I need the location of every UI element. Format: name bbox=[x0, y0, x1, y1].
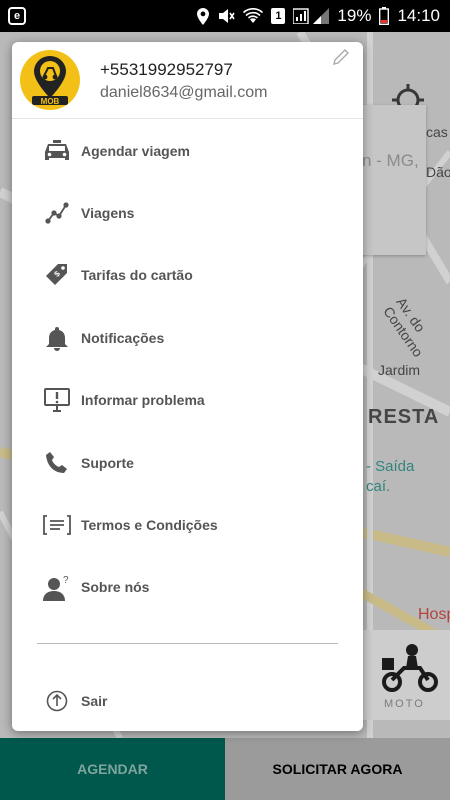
user-email: daniel8634@gmail.com bbox=[100, 84, 268, 101]
menu-item-sair[interactable]: Sair bbox=[12, 676, 363, 726]
menu-label: Tarifas do cartão bbox=[81, 267, 193, 283]
menu-item-tarifas[interactable]: $ Tarifas do cartão bbox=[12, 250, 363, 300]
user-phone: +5531992952797 bbox=[100, 60, 233, 79]
terms-icon bbox=[42, 510, 72, 540]
menu-label: Notificações bbox=[81, 330, 165, 346]
price-tag-icon: $ bbox=[42, 260, 72, 290]
menu-label: Suporte bbox=[81, 455, 134, 471]
location-icon bbox=[197, 7, 210, 25]
menu-item-agendar-viagem[interactable]: Agendar viagem bbox=[12, 126, 363, 176]
signal-icon bbox=[293, 8, 330, 24]
svg-text:?: ? bbox=[63, 575, 69, 586]
mob-logo: MOB bbox=[32, 56, 68, 106]
bell-icon bbox=[42, 323, 72, 353]
menu-item-viagens[interactable]: Viagens bbox=[12, 188, 363, 238]
wifi-icon bbox=[243, 8, 264, 24]
menu-divider bbox=[37, 643, 338, 644]
car-icon bbox=[42, 136, 72, 166]
menu-label: Termos e Condições bbox=[81, 517, 218, 533]
menu-label: Agendar viagem bbox=[81, 143, 190, 159]
battery-percent: 19% bbox=[337, 6, 372, 25]
menu-item-informar-problema[interactable]: Informar problema bbox=[12, 375, 363, 425]
menu-label: Informar problema bbox=[81, 392, 205, 408]
mob-logo-avatar: MOB bbox=[20, 50, 80, 110]
menu-label: Viagens bbox=[81, 205, 135, 221]
logout-icon bbox=[42, 686, 72, 716]
report-problem-icon bbox=[42, 385, 72, 415]
pencil-icon bbox=[333, 49, 349, 65]
route-icon bbox=[42, 198, 72, 228]
battery-icon bbox=[379, 7, 390, 25]
menu-item-termos[interactable]: Termos e Condições bbox=[12, 500, 363, 550]
navigation-drawer: MOB +5531992952797 daniel8634@gmail.com … bbox=[12, 42, 363, 731]
sim-badge: 1 bbox=[271, 8, 286, 24]
drawer-header: MOB +5531992952797 daniel8634@gmail.com bbox=[12, 42, 363, 119]
mute-icon bbox=[217, 8, 236, 24]
edit-profile-button[interactable] bbox=[332, 48, 352, 68]
logo-text: MOB bbox=[41, 97, 60, 106]
menu-label: Sobre nós bbox=[81, 579, 150, 595]
about-icon: ? bbox=[42, 572, 72, 602]
status-bar: e 1 19% 14:10 bbox=[0, 0, 450, 32]
menu-item-sobre-nos[interactable]: ? Sobre nós bbox=[12, 562, 363, 612]
phone-icon bbox=[42, 448, 72, 478]
menu-item-notificacoes[interactable]: Notificações bbox=[12, 313, 363, 363]
menu-item-suporte[interactable]: Suporte bbox=[12, 438, 363, 488]
menu-label: Sair bbox=[81, 693, 108, 709]
clock: 14:10 bbox=[397, 6, 440, 25]
app-notification-icon: e bbox=[8, 7, 26, 25]
